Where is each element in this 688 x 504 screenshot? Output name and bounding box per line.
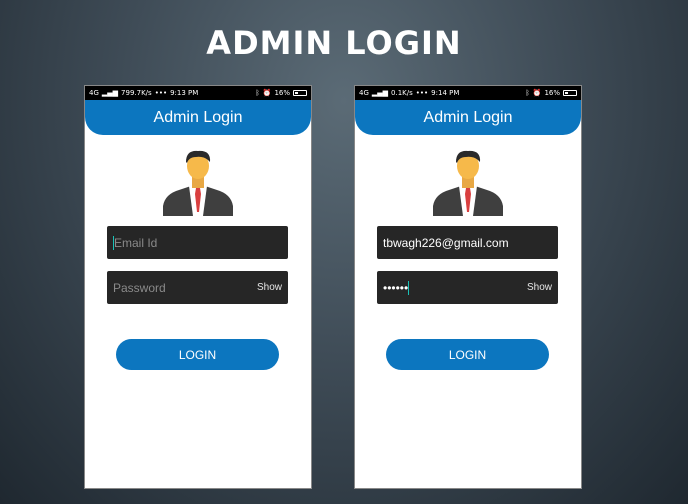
login-button[interactable]: LOGIN [386,339,549,370]
email-value: tbwagh226@gmail.com [383,235,509,250]
app-bar-title: Admin Login [85,100,311,135]
password-placeholder: Password [113,280,166,295]
show-password-button[interactable]: Show [527,282,552,293]
login-button[interactable]: LOGIN [116,339,279,370]
user-avatar-icon [163,150,233,216]
password-value: •••••• [383,280,409,295]
bluetooth-icon: ᛒ [525,89,530,97]
phone-screen-filled: 4G ▂▄▆ 0.1K/s ••• 9:14 PM ᛒ ⏰ 16% Admin … [355,86,581,488]
battery-percent: 16% [544,89,560,97]
password-field[interactable]: •••••• Show [377,271,558,304]
user-avatar-icon [433,150,503,216]
signal-icon: ▂▄▆ [101,89,119,97]
battery-icon [563,90,577,96]
status-bar: 4G ▂▄▆ 0.1K/s ••• 9:14 PM ᛒ ⏰ 16% [355,86,581,100]
page-title: ADMIN LOGIN [206,24,462,62]
battery-icon [293,90,307,96]
email-field[interactable]: Email Id [107,226,288,259]
bluetooth-icon: ᛒ [255,89,260,97]
signal-icon: ▂▄▆ [371,89,389,97]
status-bar: 4G ▂▄▆ 799.7K/s ••• 9:13 PM ᛒ ⏰ 16% [85,86,311,100]
app-bar-title: Admin Login [355,100,581,135]
network-speed: 799.7K/s [121,89,152,97]
status-time: 9:14 PM [431,89,460,97]
battery-percent: 16% [274,89,290,97]
network-label: 4G [359,89,369,97]
email-field[interactable]: tbwagh226@gmail.com [377,226,558,259]
network-label: 4G [89,89,99,97]
status-time: 9:13 PM [170,89,199,97]
more-icon: ••• [415,89,429,97]
network-speed: 0.1K/s [391,89,413,97]
alarm-icon: ⏰ [262,89,272,97]
alarm-icon: ⏰ [532,89,542,97]
phone-screen-empty: 4G ▂▄▆ 799.7K/s ••• 9:13 PM ᛒ ⏰ 16% Admi… [85,86,311,488]
email-placeholder: Email Id [114,235,158,250]
password-field[interactable]: Password Show [107,271,288,304]
more-icon: ••• [154,89,168,97]
show-password-button[interactable]: Show [257,282,282,293]
text-cursor [408,280,410,295]
